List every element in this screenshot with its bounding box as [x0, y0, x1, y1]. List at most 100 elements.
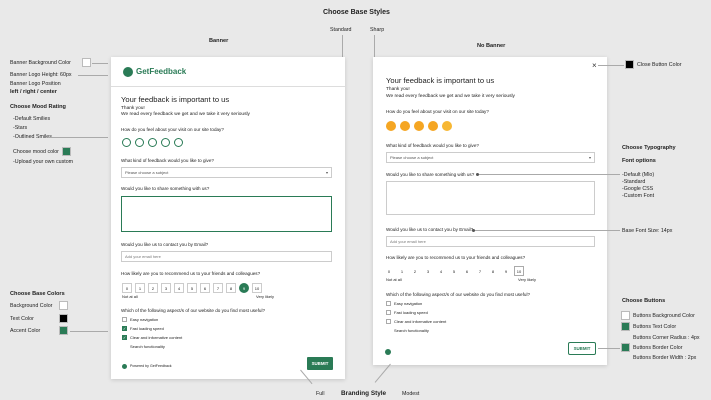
mood-color-label: Choose mood color: [13, 149, 59, 155]
mood-4-icon[interactable]: [161, 138, 170, 147]
checkbox[interactable]: [386, 301, 391, 306]
close-color-swatch[interactable]: [625, 60, 634, 69]
nps-8[interactable]: 8: [488, 266, 498, 276]
accent-color-label: Accent Color: [10, 328, 41, 334]
nps-2[interactable]: 2: [410, 266, 420, 276]
option-row[interactable]: Fast loading speed: [386, 310, 428, 315]
button-option: Buttons Border Color: [633, 345, 683, 351]
banner-bg-swatch[interactable]: [82, 58, 91, 67]
subject-select[interactable]: Please choose a subject ▾: [121, 167, 332, 178]
checkbox-checked[interactable]: ✓: [122, 335, 127, 340]
option-row[interactable]: Search functionality: [386, 328, 429, 333]
nps-10[interactable]: 10: [514, 266, 524, 276]
button-bg-swatch[interactable]: [621, 311, 630, 320]
banner-heading: Banner: [209, 38, 229, 44]
question-visit: How do you feel about your visit on our …: [386, 109, 489, 114]
nps-9[interactable]: 9: [501, 266, 511, 276]
checkbox[interactable]: [386, 310, 391, 315]
nps-0[interactable]: 0: [384, 266, 394, 276]
powered-text: Powered by GetFeedback: [130, 364, 172, 368]
nps-1[interactable]: 1: [397, 266, 407, 276]
option-row[interactable]: Search functionality: [122, 344, 165, 349]
mood-color-swatch[interactable]: [62, 147, 71, 156]
accent-color-swatch[interactable]: [59, 326, 68, 335]
question-contact: Would you like us to contact you by Emai…: [121, 242, 209, 247]
checkbox[interactable]: [386, 319, 391, 324]
nps-6[interactable]: 6: [200, 283, 210, 293]
nps-9[interactable]: 9: [239, 283, 249, 293]
option-row[interactable]: Clear and informative content: [386, 319, 446, 324]
option-row[interactable]: Easy navigation: [122, 317, 158, 322]
button-border-swatch[interactable]: [621, 343, 630, 352]
nps-1[interactable]: 1: [135, 283, 145, 293]
emoji-love-icon[interactable]: [442, 121, 452, 131]
modest-logo-icon: [385, 349, 391, 355]
branding-style-title: Branding Style: [341, 390, 387, 397]
nps-6[interactable]: 6: [462, 266, 472, 276]
option-label: Easy navigation: [394, 301, 423, 306]
chevron-down-icon: ▾: [325, 170, 328, 175]
question-contact: Would you like us to contact you by Emai…: [386, 227, 474, 232]
question-kind: What kind of feedback would you like to …: [386, 143, 479, 148]
getfeedback-logo-icon: [123, 67, 133, 77]
form-title: Your feedback is important to us: [386, 76, 495, 85]
nps-2[interactable]: 2: [148, 283, 158, 293]
option-label: Easy navigation: [130, 317, 159, 322]
nps-10[interactable]: 10: [252, 283, 262, 293]
email-placeholder: Add your email here: [390, 239, 426, 244]
checkbox[interactable]: [122, 344, 127, 349]
email-input[interactable]: Add your email here: [121, 251, 332, 262]
powered-icon: [122, 364, 127, 369]
nps-high-label: Very likely: [518, 277, 537, 282]
nps-7[interactable]: 7: [475, 266, 485, 276]
nps-0[interactable]: 0: [122, 283, 132, 293]
thanks-text: Thank you!: [121, 106, 145, 111]
text-color-swatch[interactable]: [59, 314, 68, 323]
mood-2-icon[interactable]: [135, 138, 144, 147]
nps-4[interactable]: 4: [436, 266, 446, 276]
submit-button[interactable]: SUBMIT: [568, 342, 596, 355]
checkbox[interactable]: [122, 317, 127, 322]
button-option: Buttons Text Color: [633, 324, 677, 330]
mood-1-icon[interactable]: [122, 138, 131, 147]
share-textarea[interactable]: [121, 196, 332, 232]
option-row[interactable]: Easy navigation: [386, 301, 422, 306]
question-visit: How do you feel about your visit on our …: [121, 127, 224, 132]
nps-4[interactable]: 4: [174, 283, 184, 293]
bg-color-swatch[interactable]: [59, 301, 68, 310]
text-color-label: Text Color: [10, 316, 34, 322]
question-share: Would you like to share something with u…: [386, 172, 475, 177]
button-text-swatch[interactable]: [621, 322, 630, 331]
buttons-title: Choose Buttons: [622, 298, 666, 304]
emoji-angry-icon[interactable]: [386, 121, 396, 131]
sharp-label: Sharp: [370, 27, 385, 33]
email-input[interactable]: Add your email here: [386, 236, 595, 247]
option-row[interactable]: ✓ Clear and informative content: [122, 335, 182, 340]
nps-3[interactable]: 3: [161, 283, 171, 293]
mood-3-icon[interactable]: [148, 138, 157, 147]
option-label: Fast loading speed: [394, 310, 428, 315]
question-recommend: How likely are you to recommend us to yo…: [121, 271, 261, 276]
subject-select-value: Please choose a subject: [125, 170, 169, 175]
close-icon[interactable]: ×: [592, 61, 597, 70]
emoji-smile-icon[interactable]: [428, 121, 438, 131]
nps-7[interactable]: 7: [213, 283, 223, 293]
emoji-sad-icon[interactable]: [400, 121, 410, 131]
nps-3[interactable]: 3: [423, 266, 433, 276]
banner-form-panel: GetFeedback Your feedback is important t…: [111, 57, 345, 379]
bg-color-label: Background Color: [10, 303, 53, 309]
emoji-neutral-icon[interactable]: [414, 121, 424, 131]
font-option: -Default (Mlo): [622, 172, 655, 178]
logo-height-label: Banner Logo Height: 60px: [10, 72, 72, 78]
subject-select[interactable]: Please choose a subject ▾: [386, 152, 595, 163]
nps-8[interactable]: 8: [226, 283, 236, 293]
mood-5-icon[interactable]: [174, 138, 183, 147]
option-row[interactable]: ✓ Fast loading speed: [122, 326, 164, 331]
nps-5[interactable]: 5: [187, 283, 197, 293]
share-textarea[interactable]: [386, 181, 595, 215]
checkbox[interactable]: [386, 328, 391, 333]
nps-5[interactable]: 5: [449, 266, 459, 276]
submit-button[interactable]: SUBMIT: [307, 357, 333, 370]
checkbox-checked[interactable]: ✓: [122, 326, 127, 331]
nps-low-label: Not at all: [122, 294, 138, 299]
